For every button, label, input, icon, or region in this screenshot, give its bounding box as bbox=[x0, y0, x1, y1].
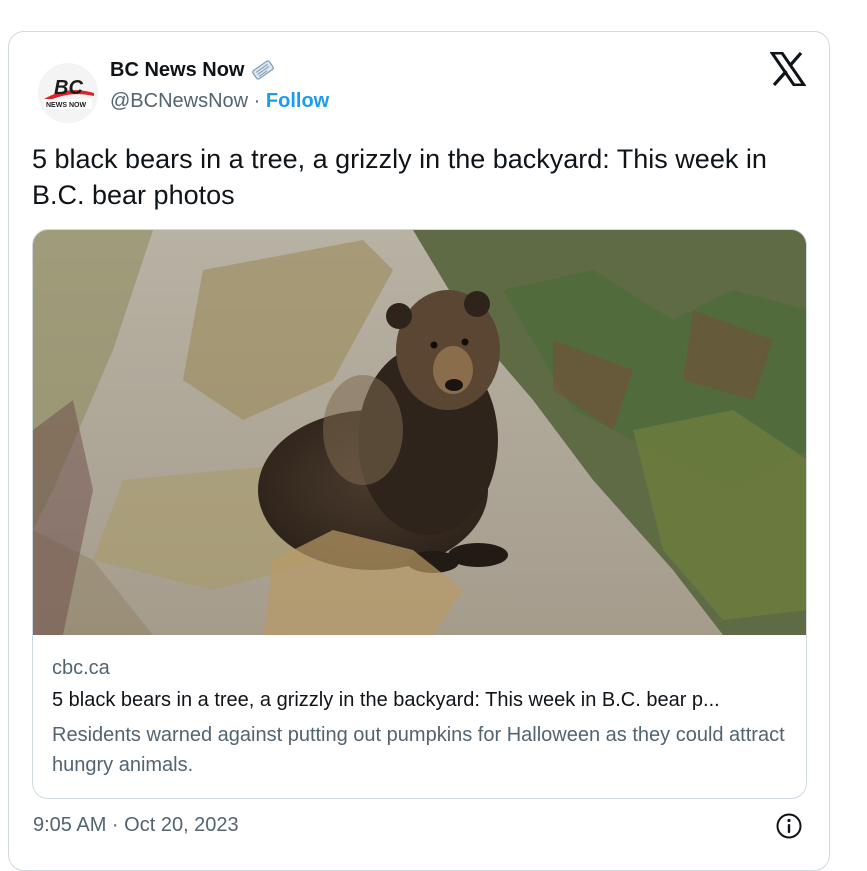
tweet-timestamp[interactable]: 9:05 AM · Oct 20, 2023 bbox=[33, 814, 239, 837]
avatar[interactable]: BC NEWS NOW bbox=[38, 63, 98, 123]
avatar-logo-text: BC bbox=[54, 77, 83, 99]
info-icon[interactable] bbox=[775, 812, 803, 840]
author-handle[interactable]: @BCNewsNow bbox=[110, 90, 248, 112]
link-meta: cbc.ca 5 black bears in a tree, a grizzl… bbox=[52, 657, 792, 780]
newspaper-icon bbox=[252, 60, 275, 80]
author-name-row: BC News Now bbox=[110, 58, 276, 82]
link-title[interactable]: 5 black bears in a tree, a grizzly in th… bbox=[52, 689, 792, 712]
link-preview-card[interactable]: cbc.ca 5 black bears in a tree, a grizzl… bbox=[32, 229, 807, 799]
link-description: Residents warned against putting out pum… bbox=[52, 724, 785, 776]
x-logo-icon[interactable] bbox=[770, 52, 806, 86]
grizzly-bear-photo[interactable] bbox=[33, 230, 807, 635]
link-domain: cbc.ca bbox=[52, 657, 110, 679]
handle-separator: · bbox=[253, 90, 261, 112]
author-name[interactable]: BC News Now bbox=[110, 59, 244, 82]
avatar-logo-subtext: NEWS NOW bbox=[46, 102, 86, 109]
tweet-text: 5 black bears in a tree, a grizzly in th… bbox=[32, 144, 767, 210]
bc-news-now-logo: BC NEWS NOW bbox=[38, 63, 98, 123]
follow-button[interactable]: Follow bbox=[266, 90, 329, 112]
author-handle-row: @BCNewsNow · Follow bbox=[110, 90, 329, 113]
